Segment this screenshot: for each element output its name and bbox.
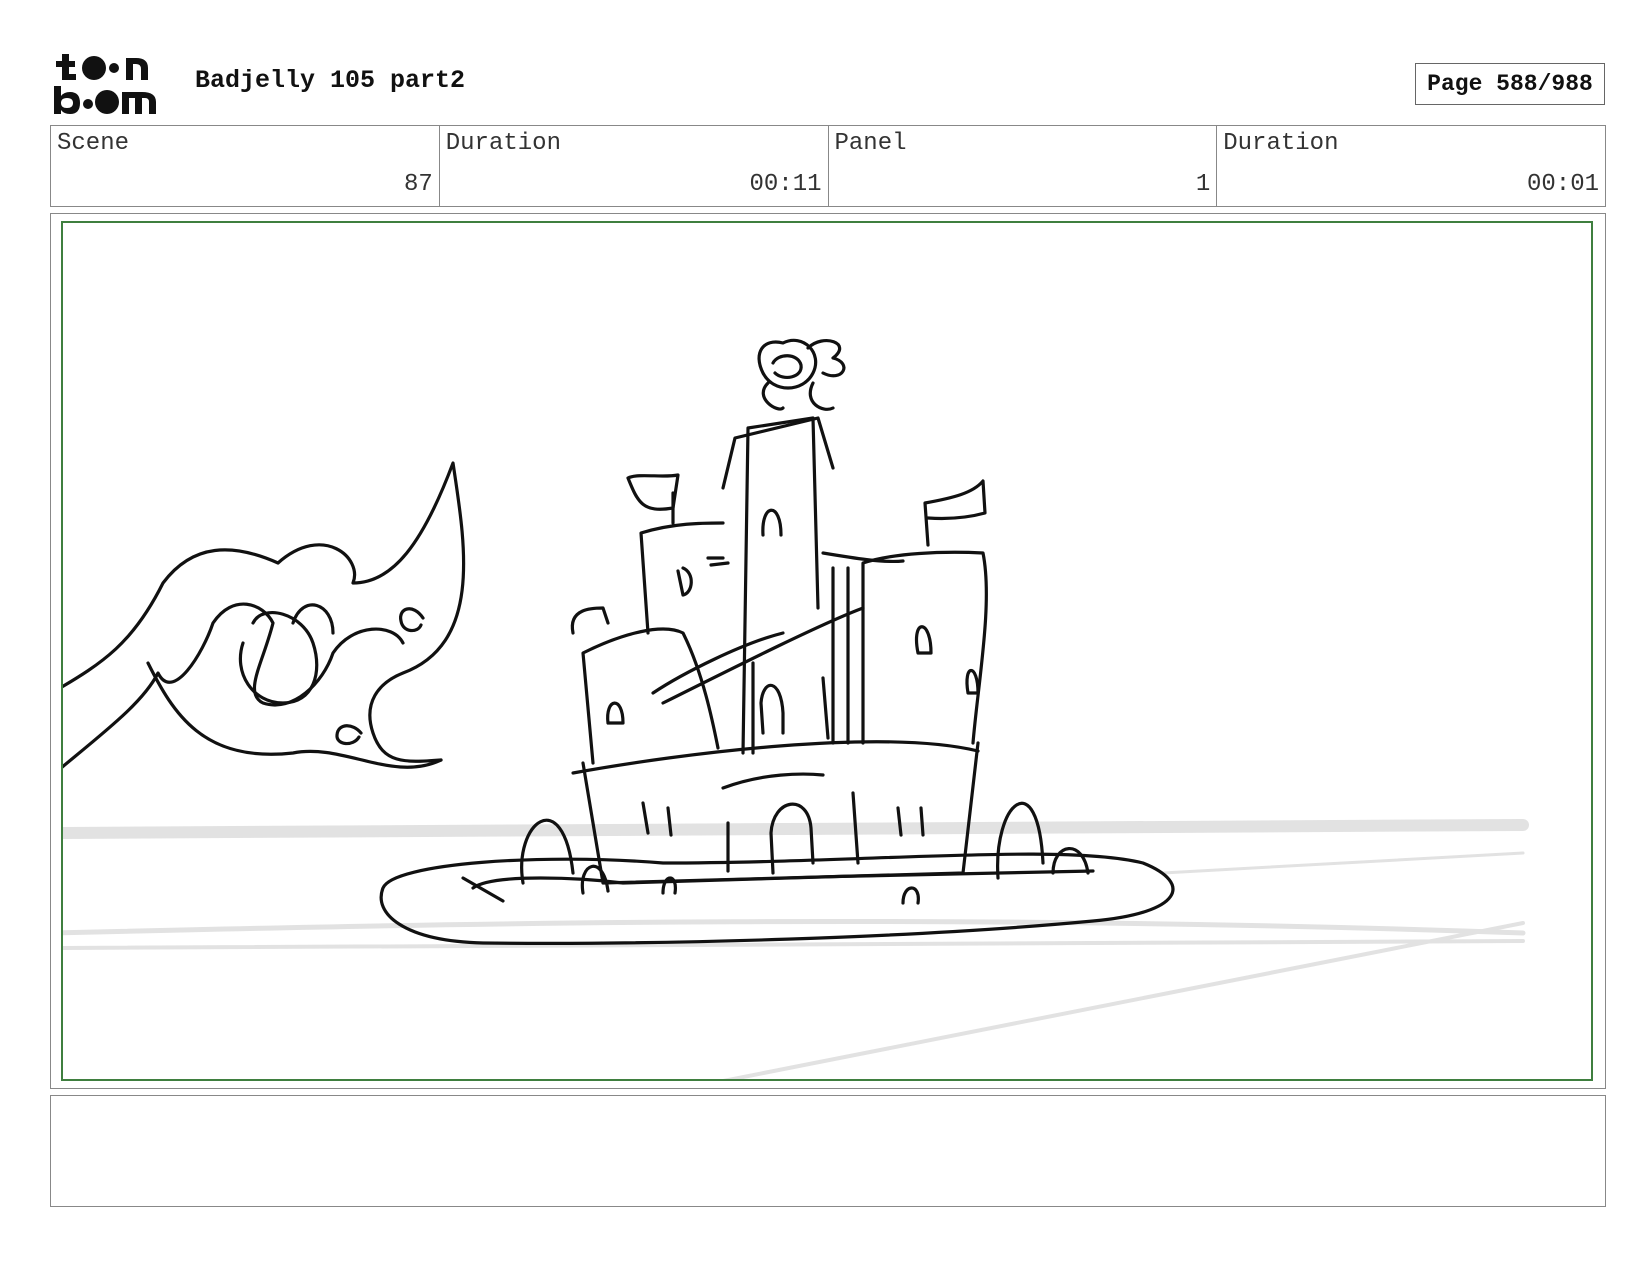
document-title: Badjelly 105 part2 (195, 66, 466, 95)
panel-cell: Panel 1 (829, 126, 1218, 206)
page-number-badge: Page 588/988 (1415, 63, 1605, 105)
panel-notes (50, 1095, 1606, 1207)
panel-image-area (61, 221, 1593, 1081)
scene-duration-cell: Duration 00:11 (440, 126, 829, 206)
scene-cell: Scene 87 (51, 126, 440, 206)
scene-value: 87 (403, 171, 433, 198)
panel-value: 1 (1195, 171, 1211, 198)
scene-label: Scene (57, 130, 130, 157)
scene-info-row: Scene 87 Duration 00:11 Panel 1 Duration… (50, 125, 1606, 207)
panel-duration-label: Duration (1223, 130, 1339, 157)
scene-duration-value: 00:11 (749, 171, 822, 198)
panel-duration-value: 00:01 (1526, 171, 1599, 198)
panel-label: Panel (834, 130, 907, 157)
scene-duration-label: Duration (445, 130, 561, 157)
toon-boom-logo-icon (52, 52, 172, 116)
panel-duration-cell: Duration 00:01 (1217, 126, 1605, 206)
storyboard-panel (50, 213, 1606, 1089)
castle-sketch-icon (63, 338, 1529, 1079)
